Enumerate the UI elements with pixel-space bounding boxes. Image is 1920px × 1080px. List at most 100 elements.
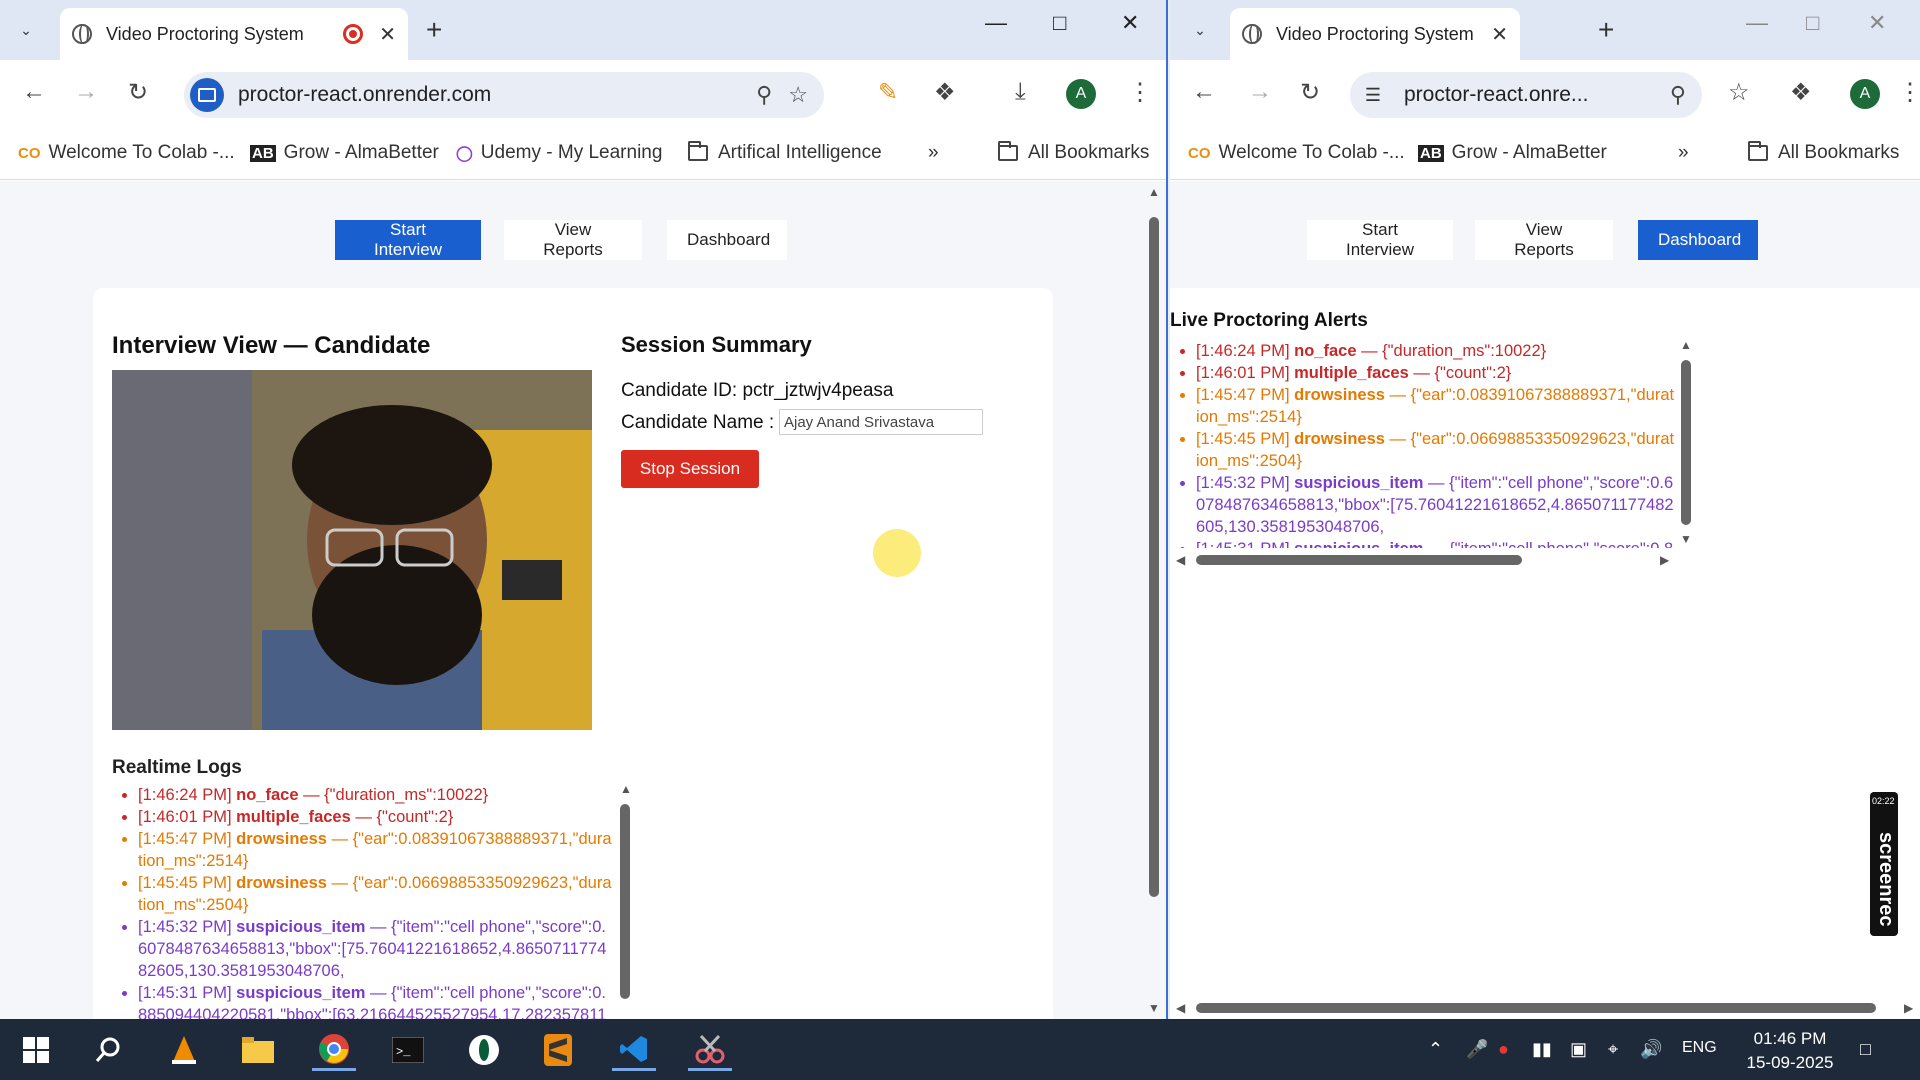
log-entry: [1:46:24 PM] no_face — {"duration_ms":10… <box>138 784 612 806</box>
snipping-tool-icon[interactable] <box>688 1029 732 1071</box>
all-bookmarks[interactable]: All Bookmarks <box>1748 141 1899 164</box>
wifi-icon[interactable]: ⌖ <box>1608 1039 1618 1060</box>
close-window-button[interactable]: ✕ <box>1121 10 1139 36</box>
page-scrollbar[interactable]: ▲ ▼ <box>1148 185 1160 1019</box>
scroll-up-arrow-icon[interactable]: ▲ <box>1680 338 1692 352</box>
scroll-left-arrow-icon[interactable]: ◀ <box>1176 1001 1185 1015</box>
volume-icon[interactable]: 🔊 <box>1640 1039 1662 1060</box>
start-interview-button[interactable]: Start Interview <box>1307 220 1453 260</box>
profile-avatar[interactable]: A <box>1066 79 1096 109</box>
notifications-icon[interactable]: □ <box>1860 1039 1871 1060</box>
realtime-logs-list[interactable]: [1:46:24 PM] no_face — {"duration_ms":10… <box>112 784 612 1019</box>
scroll-up-arrow-icon[interactable]: ▲ <box>1148 185 1160 199</box>
language-indicator[interactable]: ENG <box>1682 1039 1717 1057</box>
chrome-icon[interactable] <box>312 1029 356 1071</box>
pencil-icon[interactable]: ✎ <box>878 78 898 107</box>
scroll-up-arrow-icon[interactable]: ▲ <box>620 782 632 796</box>
vlc-icon[interactable] <box>162 1029 206 1071</box>
back-button[interactable]: ← <box>22 78 46 106</box>
url-text: proctor-react.onrender.com <box>238 83 492 106</box>
search-icon[interactable] <box>86 1029 130 1071</box>
scroll-right-arrow-icon[interactable]: ▶ <box>1904 1001 1913 1015</box>
battery-icon[interactable]: ▮▮ <box>1532 1039 1552 1060</box>
close-tab-icon[interactable]: ✕ <box>1491 22 1508 47</box>
live-alerts-list[interactable]: [1:46:24 PM] no_face — {"duration_ms":10… <box>1170 340 1676 548</box>
minimize-button[interactable]: — <box>1746 10 1768 36</box>
reload-button[interactable]: ↻ <box>128 78 148 107</box>
display-icon[interactable]: ▣ <box>1570 1039 1587 1060</box>
menu-icon[interactable]: ⋮ <box>1128 78 1152 107</box>
more-bookmarks-icon[interactable]: » <box>1678 142 1689 164</box>
alerts-h-scrollbar[interactable]: ◀ ▶ <box>1176 553 1680 567</box>
page-h-scroll-thumb[interactable] <box>1196 1003 1876 1013</box>
alerts-card: Live Proctoring Alerts [1:46:24 PM] no_f… <box>1170 288 1920 686</box>
start-interview-button[interactable]: Start Interview <box>335 220 481 260</box>
scroll-down-arrow-icon[interactable]: ▼ <box>1148 1001 1160 1015</box>
maximize-button[interactable]: □ <box>1806 10 1819 36</box>
extensions-icon[interactable]: ❖ <box>1790 78 1812 107</box>
candidate-name-input[interactable] <box>779 409 983 435</box>
logs-scrollbar[interactable]: ▲ <box>619 782 632 1006</box>
download-icon[interactable]: ⤓ <box>1015 78 1026 106</box>
start-button[interactable] <box>14 1029 58 1071</box>
recording-tray-icon[interactable]: ● <box>1498 1039 1509 1060</box>
scroll-down-arrow-icon[interactable]: ▼ <box>1680 532 1692 546</box>
menu-icon[interactable]: ⋮ <box>1898 78 1920 107</box>
site-camera-icon[interactable] <box>190 78 224 112</box>
bookmark-star-icon[interactable]: ☆ <box>788 82 808 108</box>
more-bookmarks-icon[interactable]: » <box>928 142 939 164</box>
app-leaf-icon[interactable] <box>462 1029 506 1071</box>
forward-button[interactable]: → <box>1248 78 1272 106</box>
alerts-scroll-thumb[interactable] <box>1681 360 1691 525</box>
terminal-icon[interactable]: >_ <box>386 1029 430 1071</box>
show-hidden-icons[interactable]: ⌃ <box>1428 1039 1443 1060</box>
bookmark-udemy[interactable]: ◯ Udemy - My Learning <box>456 142 662 164</box>
profile-avatar[interactable]: A <box>1850 79 1880 109</box>
microphone-icon[interactable]: 🎤 <box>1466 1039 1488 1060</box>
tab-search-button[interactable]: ⌄ <box>8 12 44 48</box>
alerts-h-scroll-thumb[interactable] <box>1196 555 1522 565</box>
maximize-button[interactable]: □ <box>1053 10 1066 36</box>
minimize-button[interactable]: — <box>985 10 1007 36</box>
extensions-icon[interactable]: ❖ <box>934 78 956 107</box>
back-button[interactable]: ← <box>1192 78 1216 106</box>
zoom-icon[interactable]: ⚲ <box>756 82 772 108</box>
dashboard-button[interactable]: Dashboard <box>667 220 787 260</box>
bookmark-almabetter[interactable]: AB Grow - AlmaBetter <box>250 142 439 164</box>
page-h-scrollbar[interactable]: ◀ ▶ <box>1176 1001 1916 1015</box>
sublime-text-icon[interactable] <box>536 1029 580 1071</box>
tab-search-button[interactable]: ⌄ <box>1182 12 1218 48</box>
zoom-icon[interactable]: ⚲ <box>1670 82 1686 108</box>
scroll-right-arrow-icon[interactable]: ▶ <box>1660 553 1669 567</box>
logs-scroll-thumb[interactable] <box>620 804 630 999</box>
view-reports-button[interactable]: View Reports <box>504 220 642 260</box>
address-bar[interactable]: proctor-react.onrender.com ⚲ ☆ <box>184 72 824 118</box>
screenrec-widget[interactable]: 02:22 screenrec <box>1870 792 1898 936</box>
stop-session-button[interactable]: Stop Session <box>621 450 759 488</box>
bookmark-almabetter[interactable]: AB Grow - AlmaBetter <box>1418 142 1607 164</box>
close-window-button[interactable]: ✕ <box>1868 10 1886 36</box>
dashboard-button[interactable]: Dashboard <box>1638 220 1758 260</box>
scroll-left-arrow-icon[interactable]: ◀ <box>1176 553 1185 567</box>
all-bookmarks[interactable]: All Bookmarks <box>998 141 1149 164</box>
alerts-scrollbar[interactable]: ▲ ▼ <box>1680 338 1692 548</box>
bookmark-ai-folder[interactable]: Artifical Intelligence <box>688 141 882 164</box>
system-clock[interactable]: 01:46 PM 15-09-2025 <box>1730 1027 1850 1075</box>
close-tab-icon[interactable]: ✕ <box>379 22 396 47</box>
view-reports-button[interactable]: View Reports <box>1475 220 1613 260</box>
bookmark-colab[interactable]: CO Welcome To Colab -... <box>18 142 235 164</box>
vscode-icon[interactable] <box>612 1029 656 1071</box>
forward-button[interactable]: → <box>74 78 98 106</box>
address-bar[interactable]: ☰ proctor-react.onre... ⚲ <box>1350 72 1702 118</box>
reload-button[interactable]: ↻ <box>1300 78 1320 107</box>
tab-video-proctoring[interactable]: Video Proctoring System ✕ <box>60 8 408 60</box>
page-scroll-thumb[interactable] <box>1149 217 1159 897</box>
new-tab-button[interactable]: + <box>426 14 442 46</box>
tab-video-proctoring[interactable]: Video Proctoring System ✕ <box>1230 8 1520 60</box>
file-explorer-icon[interactable] <box>236 1029 280 1071</box>
log-time: [1:46:24 PM] <box>1196 342 1295 360</box>
bookmark-colab[interactable]: CO Welcome To Colab -... <box>1188 142 1405 164</box>
bookmark-star-icon[interactable]: ☆ <box>1728 78 1750 107</box>
new-tab-button[interactable]: + <box>1598 14 1614 46</box>
site-settings-icon[interactable]: ☰ <box>1356 78 1390 112</box>
